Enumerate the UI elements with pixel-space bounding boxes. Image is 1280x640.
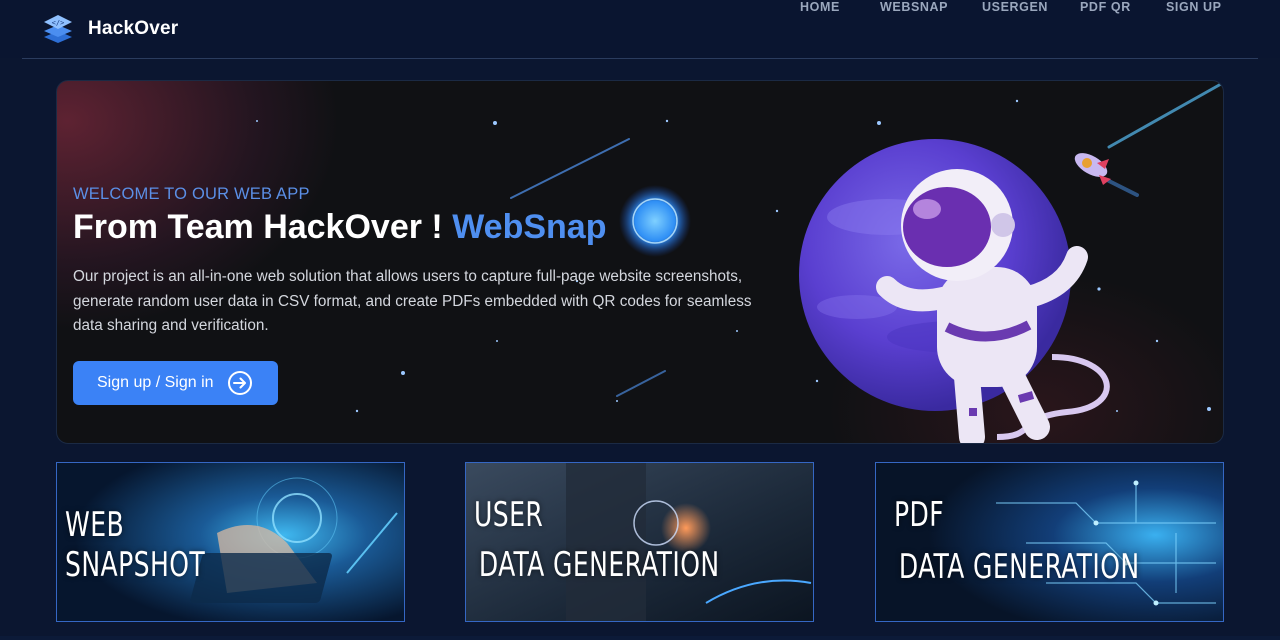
- card-title-line-2: SNAPSHOT: [65, 545, 206, 585]
- hero-headline: From Team HackOver ! WebSnap: [73, 208, 606, 247]
- headline-main: From Team HackOver !: [73, 208, 453, 246]
- card-title-line-1: PDF: [894, 495, 945, 535]
- nav-link-sign-up[interactable]: SIGN UP: [1166, 0, 1222, 14]
- svg-text:</>: </>: [52, 19, 65, 27]
- card-pdf-data-generation[interactable]: PDF DATA GENERATION: [875, 462, 1224, 622]
- hero-banner: WELCOME TO OUR WEB APP From Team HackOve…: [56, 80, 1224, 444]
- page-bottom-bar: [0, 636, 1280, 640]
- nav-divider: [22, 58, 1258, 59]
- cta-label: Sign up / Sign in: [97, 374, 214, 391]
- welcome-text: WELCOME TO OUR WEB APP: [73, 185, 310, 203]
- card-web-snapshot[interactable]: WEB SNAPSHOT: [56, 462, 405, 622]
- layers-code-logo-icon[interactable]: </>: [42, 13, 74, 43]
- nav-link-websnap[interactable]: WEBSNAP: [880, 0, 948, 14]
- rocket-icon: [1074, 153, 1139, 197]
- navbar: </> HackOver HOME WEBSNAP USERGEN PDF QR…: [0, 0, 1280, 58]
- brand-name[interactable]: HackOver: [88, 18, 178, 40]
- glowing-orb-graphic: [619, 185, 691, 257]
- nav-link-home[interactable]: HOME: [800, 0, 840, 14]
- card-title-line-1: WEB: [65, 505, 125, 545]
- headline-accent: WebSnap: [452, 208, 607, 246]
- card-title-pdf-data: PDF DATA GENERATION: [894, 495, 1140, 587]
- nav-link-usergen[interactable]: USERGEN: [982, 0, 1048, 14]
- card-title-line-2: DATA GENERATION: [478, 545, 720, 585]
- card-user-data-generation[interactable]: USER DATA GENERATION: [465, 462, 814, 622]
- arrow-right-circle-icon: [228, 371, 252, 395]
- card-title-line-2: DATA GENERATION: [898, 547, 1140, 587]
- sign-up-sign-in-button[interactable]: Sign up / Sign in: [73, 361, 278, 405]
- nav-link-pdf-qr[interactable]: PDF QR: [1080, 0, 1131, 14]
- card-title-line-1: USER: [474, 495, 544, 535]
- hero-description: Our project is an all-in-one web solutio…: [73, 268, 752, 334]
- card-title-user-data: USER DATA GENERATION: [474, 495, 720, 585]
- card-title-web-snapshot: WEB SNAPSHOT: [65, 505, 205, 585]
